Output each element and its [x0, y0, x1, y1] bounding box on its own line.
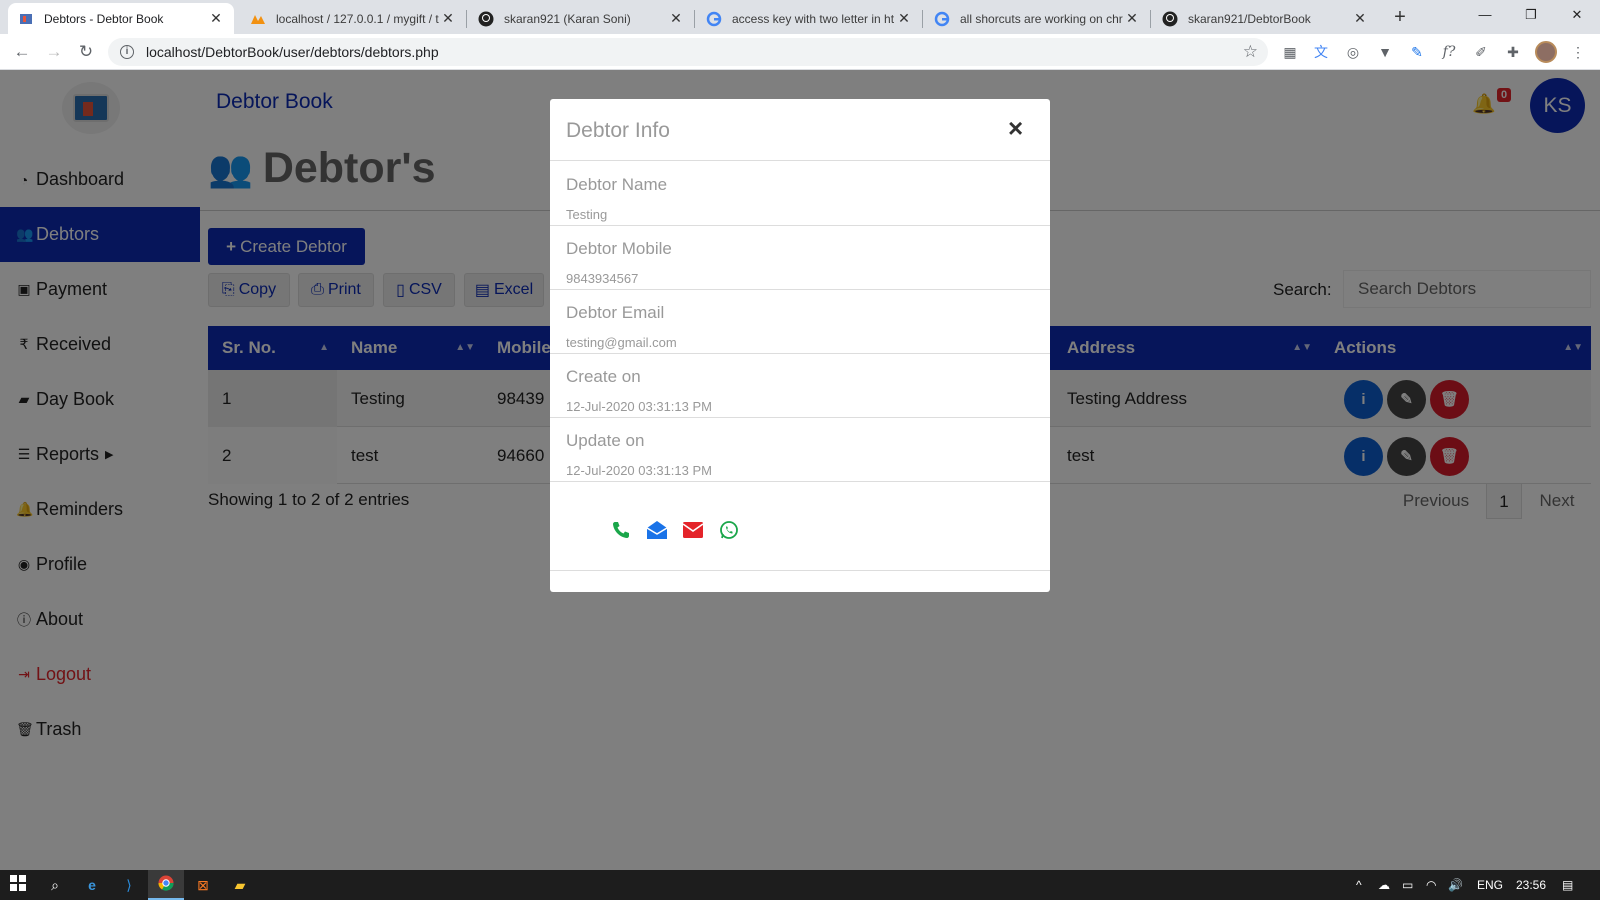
- tab-title: skaran921/DebtorBook: [1188, 11, 1311, 26]
- page: ◔ Dashboard 👥 Debtors ▣ Payment ₹ Receiv…: [0, 70, 1600, 870]
- tab-title: skaran921 (Karan Soni): [504, 11, 631, 26]
- field-debtor-name: Debtor Name Testing: [550, 162, 1050, 226]
- phpmyadmin-favicon-icon: [250, 11, 266, 27]
- tab-title: Debtors - Debtor Book: [44, 11, 164, 26]
- windows-start-icon[interactable]: [8, 875, 28, 895]
- browser-tab-google-shortcuts[interactable]: all shorcuts are working on chr ✕: [924, 3, 1150, 34]
- url-text: localhost/DebtorBook/user/debtors/debtor…: [146, 44, 439, 60]
- tab-close-icon[interactable]: ✕: [208, 10, 224, 27]
- field-debtor-email: Debtor Email testing@gmail.com: [550, 290, 1050, 354]
- google-favicon-icon: [706, 11, 722, 27]
- pen-extension-icon[interactable]: ✎: [1407, 42, 1427, 62]
- address-bar[interactable]: i localhost/DebtorBook/user/debtors/debt…: [108, 38, 1268, 66]
- formula-extension-icon[interactable]: f?: [1439, 42, 1459, 62]
- eyedropper-extension-icon[interactable]: ✐: [1471, 42, 1491, 62]
- envelope-open-icon[interactable]: [646, 519, 668, 541]
- new-tab-button[interactable]: +: [1388, 5, 1412, 29]
- show-hidden-icons-icon[interactable]: ^: [1356, 878, 1362, 892]
- close-window-button[interactable]: ✕: [1554, 0, 1600, 30]
- extension-circle-icon[interactable]: ◎: [1343, 42, 1363, 62]
- tab-title: all shorcuts are working on chr: [960, 11, 1123, 26]
- chrome-icon[interactable]: [156, 875, 176, 895]
- onedrive-icon[interactable]: ☁: [1378, 878, 1390, 892]
- puzzle-extensions-icon[interactable]: ✚: [1503, 42, 1523, 62]
- clock[interactable]: 23:56: [1516, 878, 1546, 892]
- field-update-on: Update on 12-Jul-2020 03:31:13 PM: [550, 418, 1050, 482]
- vimium-extension-icon[interactable]: ▼: [1375, 42, 1395, 62]
- github-favicon-icon: [478, 11, 494, 27]
- modal-title: Debtor Info: [566, 119, 670, 142]
- restore-button[interactable]: ❐: [1508, 0, 1554, 30]
- field-value: 12-Jul-2020 03:31:13 PM: [566, 399, 712, 414]
- windows-taskbar: ⌕ e ⟩ ⊠ ▰ ^ ☁ ▭ ◠ 🔊 ENG 23:56 ▤: [0, 870, 1600, 900]
- field-label: Debtor Mobile: [566, 239, 672, 258]
- browser-tab-github-profile[interactable]: skaran921 (Karan Soni) ✕: [468, 3, 694, 34]
- tab-title: localhost / 127.0.0.1 / mygift / t: [276, 11, 439, 26]
- debtor-info-modal: Debtor Info × Debtor Name Testing Debtor…: [550, 99, 1050, 592]
- google-favicon-icon: [934, 11, 950, 27]
- tab-close-icon[interactable]: ✕: [1124, 10, 1140, 27]
- browser-profile-avatar[interactable]: [1535, 41, 1557, 63]
- reload-button[interactable]: ↻: [74, 40, 98, 64]
- tab-close-icon[interactable]: ✕: [1352, 10, 1368, 27]
- browser-tab-debtors[interactable]: Debtors - Debtor Book ✕: [8, 3, 234, 34]
- site-info-icon[interactable]: i: [120, 45, 134, 59]
- wifi-icon[interactable]: ◠: [1426, 878, 1436, 892]
- volume-icon[interactable]: 🔊: [1448, 878, 1463, 892]
- field-label: Update on: [566, 431, 645, 450]
- xampp-icon[interactable]: ⊠: [193, 875, 213, 895]
- browser-tab-google-access-key[interactable]: access key with two letter in ht ✕: [696, 3, 922, 34]
- browser-tab-phpmyadmin[interactable]: localhost / 127.0.0.1 / mygift / t ✕: [240, 3, 466, 34]
- tab-close-icon[interactable]: ✕: [896, 10, 912, 27]
- tab-close-icon[interactable]: ✕: [440, 10, 456, 27]
- field-label: Debtor Name: [566, 175, 668, 194]
- field-debtor-mobile: Debtor Mobile 9843934567: [550, 226, 1050, 290]
- tab-title: access key with two letter in ht: [732, 11, 895, 26]
- search-icon[interactable]: ⌕: [45, 875, 65, 895]
- browser-tab-bar: Debtors - Debtor Book ✕ localhost / 127.…: [0, 0, 1600, 34]
- browser-menu-icon[interactable]: ⋮: [1568, 42, 1588, 62]
- whatsapp-icon[interactable]: [718, 519, 740, 541]
- back-button[interactable]: ←: [10, 40, 34, 64]
- field-value: 9843934567: [566, 271, 639, 286]
- modal-close-button[interactable]: ×: [1008, 113, 1023, 144]
- translate-extension-icon[interactable]: 文: [1311, 42, 1331, 62]
- vscode-icon[interactable]: ⟩: [119, 875, 139, 895]
- forward-button[interactable]: →: [42, 40, 66, 64]
- phone-icon[interactable]: [610, 519, 632, 541]
- action-center-icon[interactable]: ▤: [1562, 878, 1573, 892]
- browser-tab-github-repo[interactable]: skaran921/DebtorBook ✕: [1152, 3, 1378, 34]
- browser-toolbar: ← → ↻ i localhost/DebtorBook/user/debtor…: [0, 34, 1600, 70]
- field-value: Testing: [566, 207, 608, 222]
- file-explorer-icon[interactable]: ▰: [230, 875, 250, 895]
- extension-grid-icon[interactable]: ▦: [1280, 42, 1300, 62]
- modal-header: Debtor Info ×: [550, 99, 1050, 161]
- github-favicon-icon: [1162, 11, 1178, 27]
- minimize-button[interactable]: —: [1462, 0, 1508, 30]
- language-indicator[interactable]: ENG: [1477, 878, 1503, 892]
- field-create-on: Create on 12-Jul-2020 03:31:13 PM: [550, 354, 1050, 418]
- tab-close-icon[interactable]: ✕: [668, 10, 684, 27]
- field-label: Create on: [566, 367, 641, 386]
- field-value: 12-Jul-2020 03:31:13 PM: [566, 463, 712, 478]
- battery-icon[interactable]: ▭: [1402, 878, 1413, 892]
- field-label: Debtor Email: [566, 303, 665, 322]
- field-value: testing@gmail.com: [566, 335, 677, 350]
- envelope-icon[interactable]: [682, 519, 704, 541]
- bookmark-star-icon[interactable]: ☆: [1243, 42, 1258, 62]
- edge-icon[interactable]: e: [82, 875, 102, 895]
- contact-actions: [550, 495, 1050, 571]
- debtor-book-favicon-icon: [18, 11, 34, 27]
